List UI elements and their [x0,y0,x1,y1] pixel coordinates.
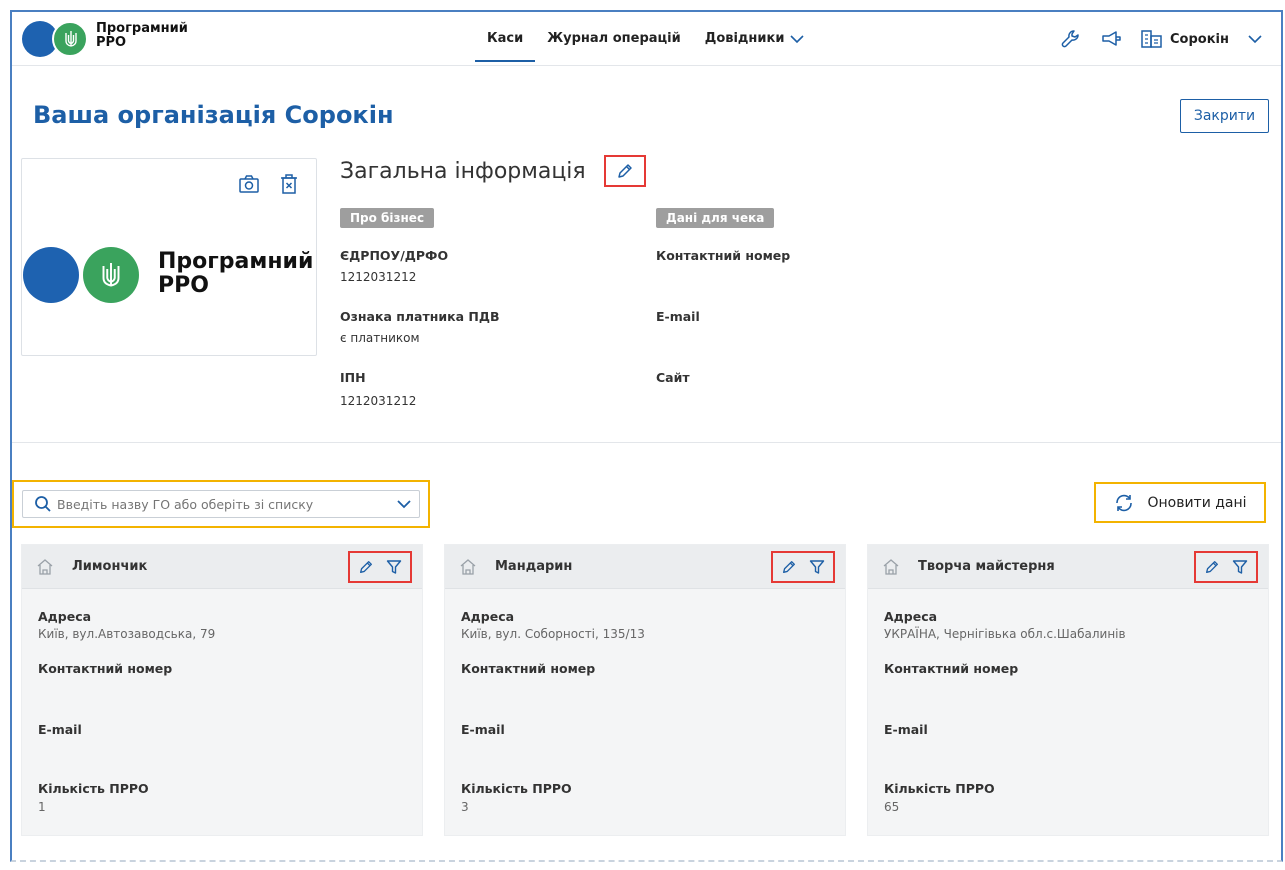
prro-count-label: Кількість ПРРО [461,781,572,796]
refresh-label: Оновити дані [1147,494,1247,511]
address-label: Адреса [884,609,938,624]
email-label: E-mail [461,722,505,737]
address-label: Адреса [38,609,92,624]
chevron-down-icon [1248,35,1262,44]
chevron-down-icon[interactable] [389,499,419,509]
receipt-data-tag: Дані для чека [656,208,775,228]
top-bar: Програмний РРО Каси Журнал операцій Дові… [12,12,1281,66]
home-icon [459,558,477,576]
nav-label: Каси [487,31,524,46]
email-label: E-mail [38,722,82,737]
filter-icon[interactable] [809,559,825,575]
pencil-icon[interactable] [1204,559,1220,575]
contact-number-label: Контактний номер [38,661,173,676]
organization-icon [1141,30,1162,48]
shop-card-header: Мандарин [445,545,845,589]
vat-payer-value: є платником [340,331,420,345]
nav-item-directories[interactable]: Довідники [693,12,817,66]
address-value: УКРАЇНА, Чернігівька обл.с.Шабалинів [884,627,1126,641]
home-icon [36,558,54,576]
edit-general-info-button[interactable] [604,155,646,187]
close-button[interactable]: Закрити [1180,99,1269,133]
header-actions: Сорокін [1060,12,1263,66]
logo-green-circle [83,247,139,303]
shop-tools [771,551,835,583]
contact-number-label: Контактний номер [461,661,596,676]
chevron-down-icon [790,35,805,44]
logo-tools [238,173,300,195]
trident-icon [65,31,77,47]
shop-name: Лимончик [72,559,148,574]
app-name: Програмний РРО [96,22,188,50]
contact-number-label: Контактний номер [656,248,791,263]
user-menu[interactable]: Сорокін [1140,28,1263,50]
business-tag: Про бізнес [340,208,435,228]
pencil-icon [618,164,632,178]
pencil-icon[interactable] [781,559,797,575]
nav-item-operations-log[interactable]: Журнал операцій [535,12,693,66]
section-divider [12,442,1281,443]
logo-green-circle [52,21,88,57]
edrpou-value: 1212031212 [340,270,417,284]
wrench-icon[interactable] [1060,28,1082,50]
prro-count-value: 65 [884,800,900,814]
org-logo-line2: РРО [158,273,209,298]
email-label: E-mail [656,309,700,324]
logo-blue-circle [23,247,79,303]
shop-card-header: Лимончик [22,545,422,589]
address-value: Київ, вул. Соборності, 135/13 [461,627,645,641]
search-highlight [12,480,430,528]
shop-name: Творча майстерня [918,559,1055,574]
edrpou-label: ЄДРПОУ/ДРФО [340,248,449,263]
email-label: E-mail [884,722,928,737]
prro-count-value: 1 [38,800,46,814]
prro-count-value: 3 [461,800,469,814]
user-name: Сорокін [1170,31,1229,47]
search-input[interactable] [57,496,389,512]
shop-card: Творча майстерня Адреса УКРАЇНА, Чернігі… [867,544,1269,836]
home-icon [882,558,900,576]
org-logo-text: Програмний РРО [158,250,313,298]
address-label: Адреса [461,609,515,624]
shop-name: Мандарин [495,559,573,574]
search-icon [29,490,57,518]
vat-payer-label: Ознака платника ПДВ [340,309,500,324]
general-info-title: Загальна інформація [340,159,586,184]
filter-icon[interactable] [1232,559,1248,575]
shop-card: Мандарин Адреса Київ, вул. Соборності, 1… [444,544,846,836]
logo-card: Програмний РРО [21,158,317,356]
camera-icon[interactable] [238,173,260,195]
app-name-line2: РРО [96,35,127,50]
nav-label: Довідники [704,31,785,46]
ipn-value: 1212031212 [340,394,417,408]
shop-tools [1194,551,1258,583]
shop-search-select[interactable] [22,490,420,518]
general-info-title-text: Загальна інформація [340,159,586,184]
megaphone-icon[interactable] [1100,28,1122,50]
website-label: Сайт [656,370,690,385]
shop-card-header: Творча майстерня [868,545,1268,589]
shop-tools [348,551,412,583]
nav-item-cash-registers[interactable]: Каси [475,12,536,66]
delete-icon[interactable] [278,173,300,195]
prro-count-label: Кількість ПРРО [884,781,995,796]
main-nav: Каси Журнал операцій Довідники [475,12,816,66]
page-title: Ваша організація Сорокін [33,101,394,129]
pencil-icon[interactable] [358,559,374,575]
shop-card: Лимончик Адреса Київ, вул.Автозаводська,… [21,544,423,836]
refresh-button[interactable]: Оновити дані [1094,482,1266,523]
filter-icon[interactable] [386,559,402,575]
org-logo [23,247,139,303]
address-value: Київ, вул.Автозаводська, 79 [38,627,216,641]
refresh-icon [1116,494,1133,511]
prro-count-label: Кількість ПРРО [38,781,149,796]
nav-label: Журнал операцій [547,31,681,46]
org-logo-line1: Програмний [158,249,314,274]
ipn-label: ІПН [340,370,366,385]
app-name-line1: Програмний [96,21,188,36]
trident-icon [102,263,120,287]
contact-number-label: Контактний номер [884,661,1019,676]
